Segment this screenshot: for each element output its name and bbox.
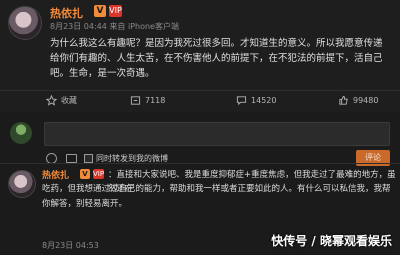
comment-input[interactable]: [44, 122, 390, 146]
comment-button[interactable]: 14520: [236, 95, 276, 106]
thumbs-up-icon: [339, 95, 348, 105]
comment-icon: [236, 96, 247, 106]
vip-badge: VIP: [109, 5, 122, 17]
post-body: 为什么我这么有趣呢？是因为我死过很多回。才知道生的意义。所以我愿意传递给你们有趣…: [50, 38, 383, 79]
commenter-vip-badge: VIP: [93, 169, 105, 179]
commenter-verified-badge: V: [80, 169, 90, 179]
post-meta: 8月23日 04:44 来自 iPhone客户端: [50, 21, 179, 32]
verified-badge: V: [94, 5, 106, 17]
divider: [0, 163, 400, 164]
favorite-button[interactable]: 收藏: [46, 95, 77, 106]
repost-button[interactable]: 7118: [130, 95, 165, 106]
comment-text: 吃药，但我想通过过自己的能力，帮助和我一样或者正要如此的人。有什么可以私信我，我…: [42, 184, 391, 209]
weibo-post: 热依扎 V VIP 8月23日 04:44 来自 iPhone客户端 为什么我这…: [0, 0, 400, 112]
repost-count: 7118: [145, 96, 166, 105]
poster-username[interactable]: 热依扎: [50, 5, 83, 21]
favorite-label: 收藏: [61, 96, 77, 105]
post-time[interactable]: 8月23日 04:44: [50, 22, 107, 31]
current-user-avatar: [10, 122, 32, 144]
like-count: 99480: [353, 96, 379, 105]
poster-avatar[interactable]: [8, 6, 42, 40]
comment-compose: 同时转发到我的微博 评论: [0, 113, 400, 173]
star-icon: [46, 95, 57, 106]
forward-checkbox[interactable]: [84, 154, 93, 163]
like-button[interactable]: 99480: [338, 95, 378, 106]
post-source: 来自 iPhone客户端: [109, 22, 179, 31]
commenter-avatar[interactable]: [8, 170, 36, 198]
repost-icon: [130, 96, 141, 105]
commenter-username[interactable]: 热依扎: [42, 168, 69, 181]
comment-count: 14520: [251, 96, 277, 105]
image-icon[interactable]: [66, 154, 77, 163]
watermark: 快传号 / 晓幂观看娱乐: [271, 234, 392, 248]
comment-time: 8月23日 04:53: [42, 241, 99, 250]
post-actions-bar: 收藏 7118 14520 99480: [0, 90, 400, 112]
